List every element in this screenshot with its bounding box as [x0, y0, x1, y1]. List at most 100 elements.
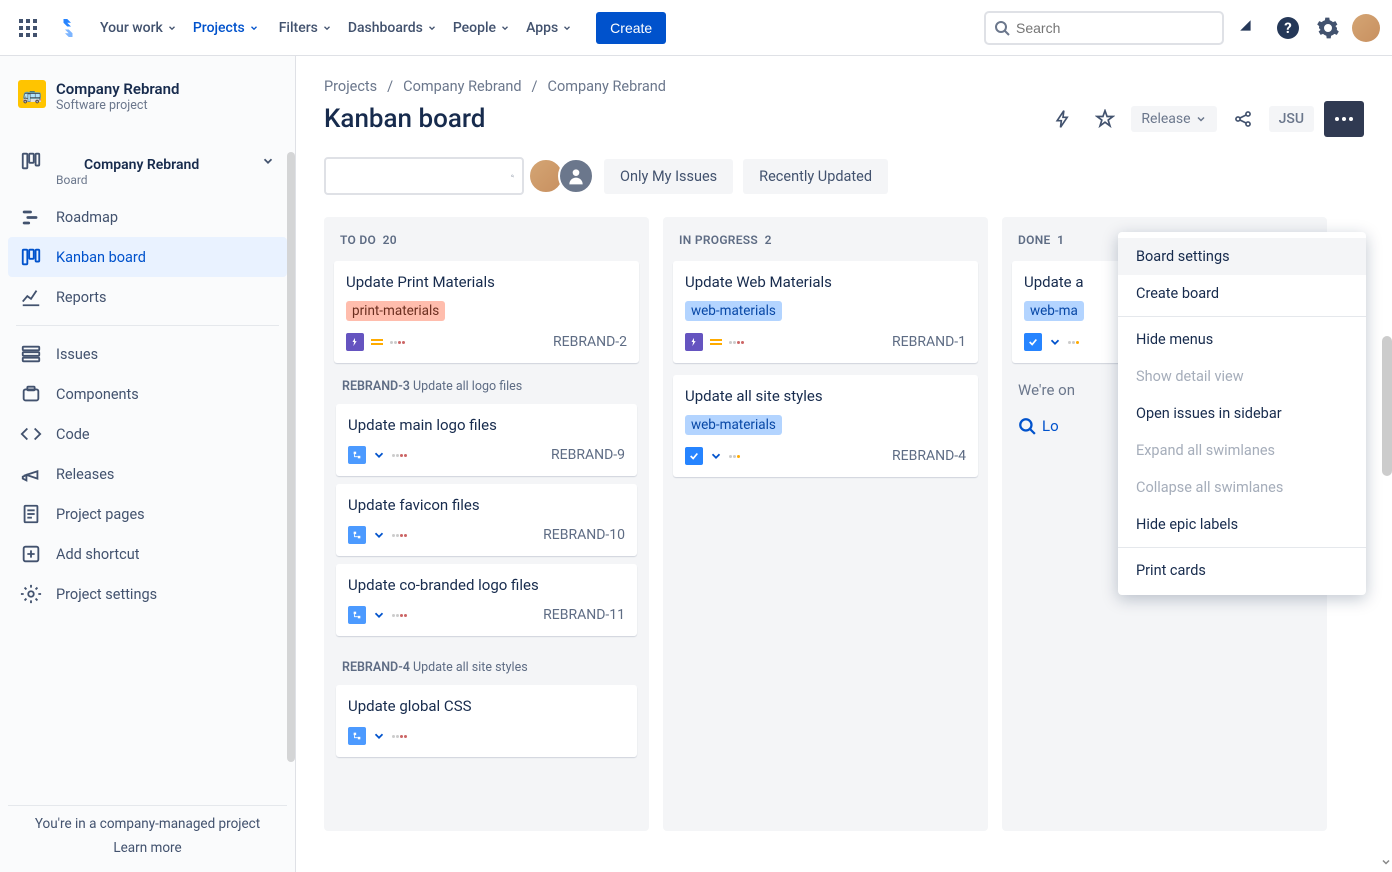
avatar-unassigned[interactable] — [558, 158, 594, 194]
menu-hide-epic-labels[interactable]: Hide epic labels — [1118, 506, 1366, 543]
notifications-icon[interactable] — [1232, 12, 1264, 44]
board-column: IN PROGRESS 2 Update Web Materials web-m… — [663, 217, 988, 831]
page-title: Kanban board — [324, 104, 485, 134]
sidebar-scrollbar[interactable] — [287, 152, 295, 762]
menu-create-board[interactable]: Create board — [1118, 275, 1366, 312]
sidebar-releases[interactable]: Releases — [8, 454, 287, 494]
sidebar-reports[interactable]: Reports — [8, 277, 287, 317]
more-menu-button[interactable] — [1324, 101, 1364, 137]
issue-card[interactable]: Update Web Materials web-materials REBRA… — [673, 261, 978, 363]
settings-icon[interactable] — [1312, 12, 1344, 44]
search-input[interactable] — [1016, 20, 1214, 36]
project-name: Company Rebrand — [56, 80, 179, 98]
sidebar-learn-more-link[interactable]: Learn more — [20, 840, 275, 856]
filter-recently-updated[interactable]: Recently Updated — [743, 159, 888, 194]
search-icon — [511, 168, 514, 184]
column-header: IN PROGRESS 2 — [669, 227, 982, 257]
sidebar-project-pages[interactable]: Project pages — [8, 494, 287, 534]
star-icon[interactable] — [1089, 103, 1121, 135]
sidebar: 🚌 Company Rebrand Software project Compa… — [0, 56, 296, 872]
card-title: Update main logo files — [348, 416, 625, 434]
menu-show-detail-view: Show detail view — [1118, 358, 1366, 395]
board-icon — [20, 246, 42, 268]
nav-dashboards[interactable]: Dashboards — [340, 14, 445, 42]
sidebar-kanban-board[interactable]: Kanban board — [8, 237, 287, 277]
jira-logo-icon[interactable] — [56, 16, 80, 40]
issue-card[interactable]: Update global CSS — [336, 685, 637, 757]
menu-hide-menus[interactable]: Hide menus — [1118, 321, 1366, 358]
release-button[interactable]: Release — [1131, 106, 1216, 132]
menu-print-cards[interactable]: Print cards — [1118, 552, 1366, 589]
subtask-parent[interactable]: REBRAND-3 Update all logo files — [332, 371, 641, 400]
issue-card[interactable]: Update Print Materials print-materials R… — [334, 261, 639, 363]
roadmap-icon — [20, 206, 42, 228]
pages-icon — [20, 503, 42, 525]
share-icon[interactable] — [1227, 103, 1259, 135]
sidebar-footer-text: You're in a company-managed project — [20, 816, 275, 832]
board-sublabel: Board — [56, 173, 247, 187]
board-icon — [20, 150, 42, 172]
issue-card[interactable]: Update main logo files REBRAND-9 — [336, 404, 637, 476]
board-selector[interactable]: Company Rebrand Board — [8, 129, 287, 197]
board-name: Company Rebrand — [56, 135, 247, 173]
nav-apps[interactable]: Apps — [518, 14, 580, 42]
issues-icon — [20, 343, 42, 365]
breadcrumb-item[interactable]: Company Rebrand — [403, 78, 521, 95]
sidebar-code[interactable]: Code — [8, 414, 287, 454]
menu-open-issues-in-sidebar[interactable]: Open issues in sidebar — [1118, 395, 1366, 432]
scroll-down-icon[interactable] — [1380, 856, 1392, 868]
issue-card[interactable]: Update co-branded logo files REBRAND-11 — [336, 564, 637, 636]
nav-projects[interactable]: Projects — [185, 14, 271, 42]
nav-filters[interactable]: Filters — [271, 14, 340, 42]
releases-icon — [20, 463, 42, 485]
board-column: TO DO 20 Update Print Materials print-ma… — [324, 217, 649, 831]
assignee-filter[interactable] — [534, 158, 594, 194]
menu-expand-all-swimlanes: Expand all swimlanes — [1118, 432, 1366, 469]
app-switcher-icon[interactable] — [12, 12, 44, 44]
project-icon: 🚌 — [18, 80, 46, 108]
sidebar-components[interactable]: Components — [8, 374, 287, 414]
card-title: Update all site styles — [685, 387, 966, 405]
breadcrumb-item[interactable]: Company Rebrand — [548, 78, 666, 95]
search-icon — [994, 20, 1010, 36]
sidebar-project-settings[interactable]: Project settings — [8, 574, 287, 614]
filter-only-my-issues[interactable]: Only My Issues — [604, 159, 733, 194]
main-content: Projects/Company Rebrand/Company Rebrand… — [296, 56, 1392, 872]
sidebar-roadmap[interactable]: Roadmap — [8, 197, 287, 237]
breadcrumb-item[interactable]: Projects — [324, 78, 377, 95]
card-title: Update favicon files — [348, 496, 625, 514]
menu-collapse-all-swimlanes: Collapse all swimlanes — [1118, 469, 1366, 506]
project-type: Software project — [56, 98, 179, 113]
topbar: Your workProjectsFiltersDashboardsPeople… — [0, 0, 1392, 56]
create-button[interactable]: Create — [596, 12, 666, 44]
column-header: TO DO 20 — [330, 227, 643, 257]
board-more-menu: Board settingsCreate board Hide menusShow… — [1118, 232, 1366, 595]
board-search[interactable] — [324, 157, 524, 195]
svg-text:?: ? — [1284, 19, 1291, 37]
user-avatar[interactable] — [1352, 14, 1380, 42]
main-scrollbar[interactable] — [1382, 336, 1392, 476]
card-title: Update co-branded logo files — [348, 576, 625, 594]
settings-icon — [20, 583, 42, 605]
menu-board-settings[interactable]: Board settings — [1118, 238, 1366, 275]
board-search-input[interactable] — [334, 169, 511, 184]
code-icon — [20, 423, 42, 445]
card-title: Update Print Materials — [346, 273, 627, 291]
sidebar-add-shortcut[interactable]: Add shortcut — [8, 534, 287, 574]
automation-icon[interactable] — [1047, 103, 1079, 135]
nav-your-work[interactable]: Your work — [92, 14, 185, 42]
chevron-down-icon — [261, 154, 275, 168]
issue-card[interactable]: Update favicon files REBRAND-10 — [336, 484, 637, 556]
components-icon — [20, 383, 42, 405]
sidebar-issues[interactable]: Issues — [8, 334, 287, 374]
reports-icon — [20, 286, 42, 308]
nav-people[interactable]: People — [445, 14, 518, 42]
issue-card[interactable]: Update all site styles web-materials REB… — [673, 375, 978, 477]
jsu-button[interactable]: JSU — [1269, 106, 1314, 132]
help-icon[interactable]: ? — [1272, 12, 1304, 44]
card-title: Update global CSS — [348, 697, 625, 715]
global-search[interactable] — [984, 11, 1224, 45]
card-title: Update Web Materials — [685, 273, 966, 291]
shortcut-icon — [20, 543, 42, 565]
subtask-parent[interactable]: REBRAND-4 Update all site styles — [332, 652, 641, 681]
